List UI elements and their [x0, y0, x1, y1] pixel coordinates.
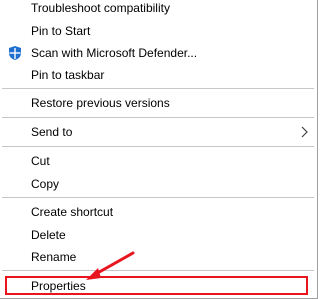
menu-item-label: Scan with Microsoft Defender...: [31, 46, 198, 60]
annotation-highlight-box: [5, 276, 308, 295]
menu-item-label: Troubleshoot compatibility: [31, 1, 170, 15]
menu-separator: [2, 117, 314, 118]
menu-item-label: Rename: [31, 250, 77, 264]
menu-item-pin-to-taskbar[interactable]: Pin to taskbar: [1, 64, 315, 86]
menu-item-label: Pin to Start: [31, 24, 91, 38]
menu-item-label: Create shortcut: [31, 205, 114, 219]
menu-item-delete[interactable]: Delete: [1, 224, 315, 246]
menu-separator: [2, 270, 314, 271]
menu-item-restore-previous-versions[interactable]: Restore previous versions: [1, 92, 315, 114]
menu-item-label: Copy: [31, 177, 60, 191]
menu-item-copy[interactable]: Copy: [1, 173, 315, 195]
menu-separator: [2, 88, 314, 89]
menu-item-scan-with-defender[interactable]: Scan with Microsoft Defender...: [1, 42, 315, 64]
menu-item-create-shortcut[interactable]: Create shortcut: [1, 201, 315, 223]
context-menu: Troubleshoot compatibility Pin to Start …: [0, 0, 318, 299]
menu-item-label: Send to: [31, 125, 73, 139]
menu-item-cut[interactable]: Cut: [1, 150, 315, 172]
menu-item-pin-to-start[interactable]: Pin to Start: [1, 20, 315, 42]
menu-item-troubleshoot-compatibility[interactable]: Troubleshoot compatibility: [1, 0, 315, 19]
menu-item-send-to[interactable]: Send to: [1, 121, 315, 143]
menu-item-label: Pin to taskbar: [31, 68, 105, 82]
menu-separator: [2, 146, 314, 147]
shield-icon: [7, 45, 23, 61]
menu-item-label: Delete: [31, 228, 66, 242]
menu-item-rename[interactable]: Rename: [1, 246, 315, 268]
menu-item-label: Cut: [31, 154, 50, 168]
menu-item-label: Restore previous versions: [31, 96, 170, 110]
menu-separator: [2, 197, 314, 198]
chevron-right-icon: [299, 126, 309, 138]
